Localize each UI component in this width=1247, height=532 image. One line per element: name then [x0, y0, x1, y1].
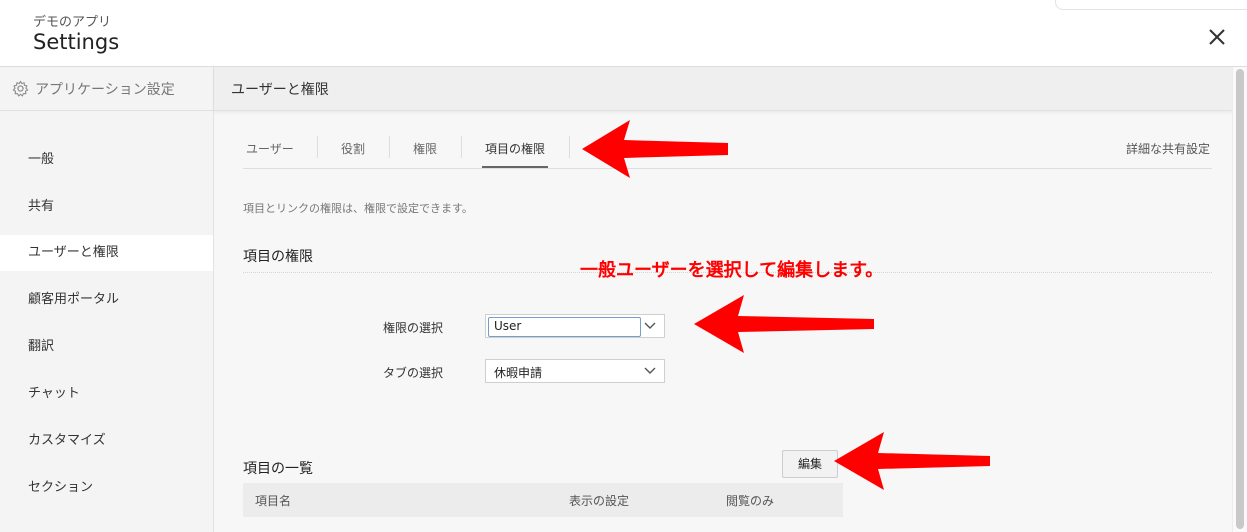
- tab-separator: [389, 136, 390, 158]
- permission-select[interactable]: User: [485, 314, 665, 338]
- tab-separator: [317, 136, 318, 158]
- gear-icon: [12, 80, 29, 97]
- arrow-annotation-tab: [582, 120, 728, 178]
- sidebar-header: アプリケーション設定: [0, 67, 213, 111]
- sidebar-item-general[interactable]: 一般: [0, 142, 213, 178]
- sidebar: アプリケーション設定 一般 共有 ユーザーと権限 顧客用ポータル 翻訳 チャット…: [0, 67, 214, 532]
- instruction-annotation: 一般ユーザーを選択して編集します。: [580, 260, 884, 281]
- field-list-heading: 項目の一覧: [243, 461, 313, 477]
- arrow-annotation-edit: [834, 432, 990, 490]
- column-header-readonly: 閲覧のみ: [726, 494, 775, 508]
- section-title: ユーザーと権限: [231, 82, 329, 98]
- tab-roles[interactable]: 役割: [341, 140, 365, 157]
- app-name: デモのアプリ: [33, 15, 112, 30]
- advanced-sharing-link[interactable]: 詳細な共有設定: [1126, 140, 1210, 157]
- edit-button[interactable]: 編集: [782, 450, 838, 478]
- top-corner-panel: [1055, 0, 1247, 10]
- tab-users[interactable]: ユーザー: [246, 140, 294, 157]
- scrollbar[interactable]: [1232, 67, 1247, 532]
- sidebar-item-chat[interactable]: チャット: [0, 376, 213, 412]
- chevron-down-icon: [644, 322, 656, 329]
- permission-select-label: 権限の選択: [383, 321, 444, 335]
- page-title: Settings: [33, 30, 120, 54]
- tab-select-value: 休暇申請: [494, 366, 543, 380]
- column-header-display: 表示の設定: [569, 494, 630, 508]
- sidebar-item-customer-portal[interactable]: 顧客用ポータル: [0, 282, 213, 318]
- tab-select-label: タブの選択: [383, 366, 444, 380]
- description-text: 項目とリンクの権限は、権限で設定できます。: [243, 202, 473, 215]
- sidebar-item-translation[interactable]: 翻訳: [0, 329, 213, 365]
- table-header: 項目名 表示の設定 閲覧のみ: [243, 483, 843, 517]
- tab-field-permissions[interactable]: 項目の権限: [485, 140, 545, 157]
- tab-separator: [569, 136, 570, 158]
- arrow-annotation-select: [694, 295, 874, 353]
- top-bar: デモのアプリ Settings: [0, 0, 1247, 67]
- close-icon[interactable]: [1204, 24, 1230, 50]
- tab-separator: [461, 136, 462, 158]
- sidebar-item-users-permissions[interactable]: ユーザーと権限: [0, 235, 213, 271]
- chevron-down-icon: [644, 367, 656, 374]
- scrollbar-thumb[interactable]: [1236, 69, 1244, 529]
- sidebar-item-sections[interactable]: セクション: [0, 470, 213, 506]
- field-permissions-heading: 項目の権限: [243, 249, 313, 265]
- sidebar-header-label: アプリケーション設定: [35, 82, 175, 98]
- tab-select[interactable]: 休暇申請: [485, 359, 665, 383]
- section-header: ユーザーと権限: [214, 67, 1232, 111]
- column-header-field-name: 項目名: [255, 494, 292, 508]
- sidebar-item-sharing[interactable]: 共有: [0, 189, 213, 225]
- sidebar-item-customize[interactable]: カスタマイズ: [0, 423, 213, 459]
- permission-select-value: User: [494, 319, 522, 333]
- tab-permissions[interactable]: 権限: [413, 140, 437, 157]
